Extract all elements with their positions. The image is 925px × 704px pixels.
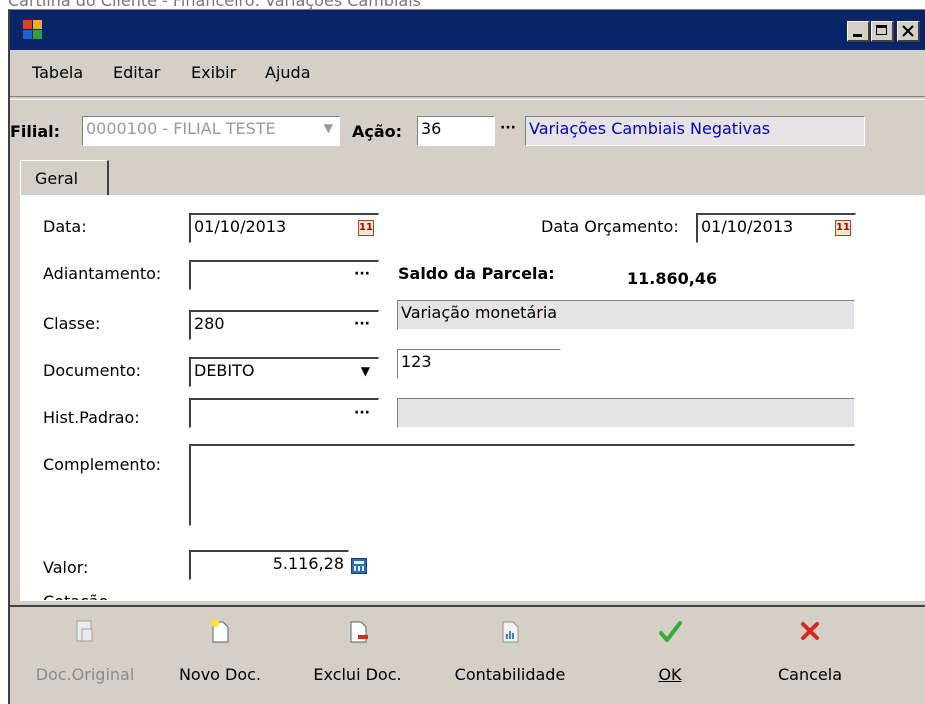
complemento-textarea[interactable] [189, 444, 855, 526]
hist-padrao-description [397, 398, 855, 428]
delete-document-icon [350, 621, 368, 643]
exclui-doc-button[interactable]: Exclui Doc. [295, 615, 420, 695]
acao-description-text: Variações Cambiais Negativas [529, 119, 771, 138]
documento-numero-value: 123 [401, 352, 432, 371]
adiantamento-label: Adiantamento: [43, 264, 162, 283]
exclui-doc-label: Exclui Doc. [313, 665, 402, 684]
documento-value: DEBITO [194, 361, 255, 380]
saldo-value: 11.860,46 [627, 269, 718, 288]
classe-description-text: Variação monetária [401, 303, 558, 322]
menu-separator [10, 96, 925, 100]
data-orcamento-label: Data Orçamento: [541, 217, 679, 236]
valor-input[interactable]: 5.116,28 [189, 550, 349, 580]
chevron-down-icon: ▼ [360, 364, 370, 378]
ok-label: OK [658, 665, 682, 684]
acao-description: Variações Cambiais Negativas [525, 116, 865, 146]
classe-description: Variação monetária [397, 300, 855, 330]
classe-input[interactable]: 280 [189, 310, 379, 340]
acao-lookup-button[interactable]: ··· [500, 120, 516, 136]
cotacao-label: Cotação [43, 592, 108, 600]
documento-select[interactable]: DEBITO ▼ [189, 357, 379, 387]
complemento-label: Complemento: [43, 455, 162, 474]
minimize-icon [853, 34, 862, 37]
filial-value: 0000100 - FILIAL TESTE [86, 119, 276, 138]
toolbar-separator [10, 605, 925, 607]
hist-padrao-lookup-button[interactable]: ··· [354, 405, 370, 421]
novo-doc-label: Novo Doc. [178, 665, 262, 684]
maximize-icon [876, 25, 887, 35]
new-document-icon [211, 619, 229, 643]
classe-value: 280 [194, 314, 225, 333]
adiantamento-lookup-button[interactable]: ··· [354, 266, 370, 282]
novo-doc-button[interactable]: Novo Doc. [160, 615, 280, 695]
adiantamento-input[interactable] [189, 260, 379, 290]
doc-original-label: Doc.Original [35, 665, 135, 684]
close-button[interactable] [897, 21, 920, 42]
acao-value: 36 [421, 119, 442, 138]
data-input[interactable]: 01/10/2013 [189, 213, 379, 243]
documento-numero-input[interactable]: 123 [397, 349, 561, 379]
menu-exibir[interactable]: Exibir [191, 63, 236, 82]
data-value: 01/10/2013 [194, 217, 287, 236]
filial-label: Filial: [10, 122, 61, 141]
hist-padrao-label: Hist.Padrao: [43, 408, 140, 427]
calendar-icon[interactable]: 11 [835, 220, 851, 236]
documento-label: Documento: [43, 361, 142, 380]
chevron-down-icon: ▼ [323, 121, 333, 135]
filial-select[interactable]: 0000100 - FILIAL TESTE ▼ [82, 116, 340, 146]
checkmark-icon [659, 621, 682, 642]
menu-bar: Tabela Editar Exibir Ajuda [10, 51, 925, 91]
data-orcamento-value: 01/10/2013 [701, 217, 794, 236]
acao-label: Ação: [352, 122, 403, 141]
contabilidade-button[interactable]: Contabilidade [440, 615, 580, 695]
data-orcamento-input[interactable]: 01/10/2013 [696, 213, 856, 243]
minimize-button[interactable] [847, 21, 870, 42]
calendar-icon[interactable]: 11 [358, 220, 374, 236]
data-label: Data: [43, 217, 87, 236]
report-chart-icon [502, 621, 519, 643]
menu-ajuda[interactable]: Ajuda [265, 63, 311, 82]
tab-geral-label: Geral [35, 169, 79, 188]
menu-tabela[interactable]: Tabela [32, 63, 83, 82]
title-bar [10, 10, 925, 50]
tab-geral[interactable]: Geral [20, 160, 109, 196]
valor-value: 5.116,28 [272, 554, 344, 573]
contabilidade-label: Contabilidade [454, 665, 566, 684]
dialog-window: Tabela Editar Exibir Ajuda Filial: 00001… [8, 9, 925, 704]
valor-label: Valor: [43, 558, 89, 577]
app-icon [23, 20, 43, 40]
cancela-button[interactable]: Cancela [750, 615, 870, 695]
saldo-label: Saldo da Parcela: [398, 264, 555, 283]
menu-editar[interactable]: Editar [113, 63, 160, 82]
hist-padrao-input[interactable] [189, 398, 379, 428]
ok-button[interactable]: OK [630, 615, 710, 695]
calculator-icon[interactable] [351, 558, 367, 574]
classe-label: Classe: [43, 314, 101, 333]
classe-lookup-button[interactable]: ··· [354, 316, 370, 332]
maximize-button[interactable] [871, 21, 894, 42]
doc-original-button[interactable]: Doc.Original [10, 615, 160, 695]
clipped-label-container: Cotação [43, 588, 108, 600]
document-original-icon [76, 620, 93, 642]
close-icon [902, 25, 914, 37]
cancel-x-icon [801, 622, 819, 640]
cancela-label: Cancela [777, 665, 842, 684]
acao-input[interactable]: 36 [417, 116, 495, 146]
